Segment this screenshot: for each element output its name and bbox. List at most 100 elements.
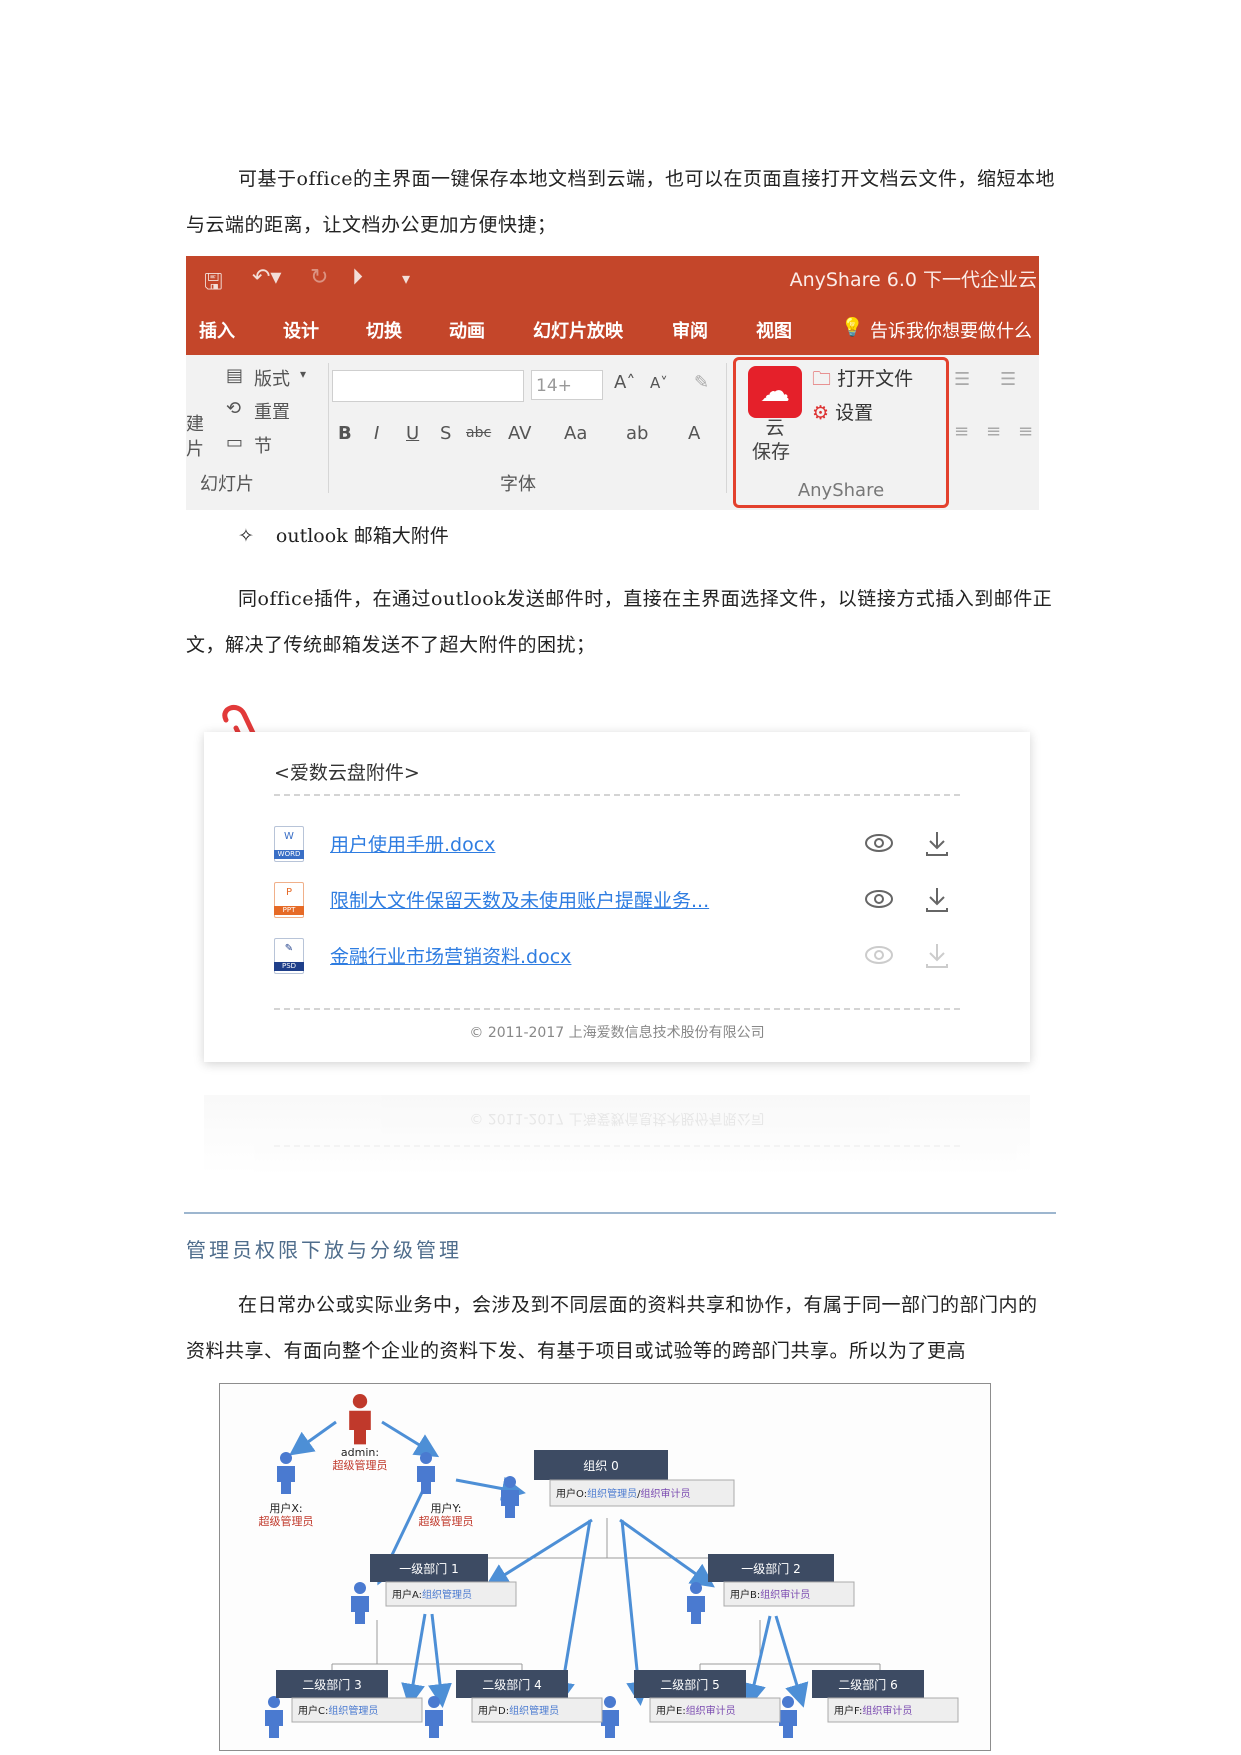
- shadow-icon[interactable]: S: [440, 423, 451, 444]
- card-reflection: © 2011-2017 上海爱数信息技术股份有限公司: [204, 1095, 1030, 1175]
- italic-icon[interactable]: I: [374, 423, 379, 444]
- tab-view[interactable]: 视图: [756, 317, 792, 343]
- svg-text:用户A:组织管理员: 用户A:组织管理员: [392, 1588, 472, 1601]
- bold-icon[interactable]: B: [338, 423, 352, 444]
- font-color-icon[interactable]: A: [688, 423, 700, 444]
- open-file-button[interactable]: 🗀 打开文件: [812, 364, 913, 397]
- reset-button[interactable]: 重置: [254, 398, 290, 424]
- tab-slideshow[interactable]: 幻灯片放映: [533, 317, 623, 343]
- align-left-icon[interactable]: ≡: [954, 421, 969, 442]
- tell-me-search[interactable]: 告诉我你想要做什么: [870, 317, 1032, 343]
- download-icon: [926, 944, 948, 968]
- intro-paragraph: 可基于office的主界面一键保存本地文档到云端，也可以在页面直接打开文档云文件…: [186, 168, 1055, 236]
- align-center-icon[interactable]: ≡: [986, 421, 1001, 442]
- section-button[interactable]: 节: [254, 432, 272, 458]
- attachment-row: W WORD 用户使用手册.docx: [274, 822, 960, 870]
- reflected-footer: © 2011-2017 上海爱数信息技术股份有限公司: [469, 1110, 765, 1126]
- file-type-tag: WORD: [274, 850, 304, 859]
- open-file-label: 打开文件: [837, 368, 914, 390]
- file-icon-letter: ✎: [284, 943, 294, 954]
- clear-format-icon[interactable]: ✎: [694, 372, 709, 393]
- attachment-row: P PPT 限制大文件保留天数及未使用账户提醒业务...: [274, 878, 960, 926]
- quick-access-toolbar: 🖫 ↶▾ ↻ ⏵ ▾ AnyShare 6.0 下一代企业云: [186, 256, 1039, 303]
- preview-eye-icon[interactable]: [864, 828, 894, 858]
- attachment-link[interactable]: 限制大文件保留天数及未使用账户提醒业务...: [330, 886, 709, 913]
- user-x-name: 用户X:: [269, 1501, 302, 1515]
- dept1-role: 组织管理员: [422, 1588, 472, 1601]
- dept5-user: 用户E:: [656, 1704, 686, 1717]
- download-icon[interactable]: [924, 884, 950, 914]
- dept2-title: 一级部门 2: [741, 1561, 800, 1576]
- strikethrough-icon[interactable]: abc: [466, 425, 491, 441]
- svg-text:用户D:组织管理员: 用户D:组织管理员: [478, 1704, 559, 1717]
- download-icon[interactable]: [924, 828, 950, 858]
- bullets-icon[interactable]: ☰: [954, 369, 970, 390]
- shrink-font-icon[interactable]: A˅: [650, 374, 668, 392]
- reset-icon: ⟲: [226, 398, 242, 419]
- dept2-role: 组织审计员: [760, 1588, 810, 1601]
- change-case-icon[interactable]: Aa: [564, 423, 587, 444]
- font-name-combobox[interactable]: [332, 370, 524, 402]
- new-slide-partial-label: 建: [186, 414, 204, 435]
- svg-text:用户B:组织审计员: 用户B:组织审计员: [730, 1588, 810, 1601]
- settings-button[interactable]: ⚙ 设置: [812, 398, 873, 425]
- char-spacing-icon[interactable]: AV: [508, 423, 531, 444]
- tab-insert[interactable]: 插入: [199, 317, 235, 343]
- dept1-title: 一级部门 1: [399, 1561, 458, 1576]
- folder-icon: 🗀: [812, 368, 832, 390]
- copyright-footer: © 2011-2017 上海爱数信息技术股份有限公司: [469, 1025, 765, 1041]
- svg-text:用户E:组织审计员: 用户E:组织审计员: [656, 1704, 736, 1717]
- layout-button[interactable]: 版式: [254, 365, 290, 391]
- attachment-link[interactable]: 金融行业市场营销资料.docx: [330, 942, 571, 969]
- chevron-down-icon: ▾: [300, 367, 307, 381]
- bullet-text: outlook 邮箱大附件: [275, 525, 449, 547]
- cloud-save-icon[interactable]: ☁: [748, 366, 802, 418]
- ribbon-body: ▤ 版式 ▾ ⟲ 重置 ▭ 节 建 片 幻灯片 14+ A˄ A˅ ✎ B I …: [186, 355, 1039, 510]
- section-rule: [184, 1212, 1056, 1214]
- dept4-user: 用户D:: [478, 1704, 509, 1717]
- admin-role: 超级管理员: [333, 1458, 388, 1472]
- attachment-link[interactable]: 用户使用手册.docx: [330, 830, 495, 857]
- redo-icon[interactable]: ↻: [310, 265, 328, 290]
- font-size-combobox[interactable]: 14+: [531, 370, 603, 400]
- dashed-divider: [274, 1008, 960, 1010]
- org-permission-diagram: admin: 超级管理员 用户X: 超级管理员 用户Y: 超级管理员 组织 0 …: [219, 1383, 991, 1751]
- grow-font-icon[interactable]: A˄: [614, 372, 635, 393]
- org0-user: 用户O:: [556, 1487, 587, 1500]
- dept6-role: 组织审计员: [862, 1704, 912, 1717]
- cloud-save-button[interactable]: 云保存: [752, 416, 792, 464]
- file-icon-letter: W: [284, 831, 294, 842]
- word-file-icon: W WORD: [274, 826, 304, 862]
- org0-role-a: 组织管理员: [587, 1487, 637, 1500]
- window-title: AnyShare 6.0 下一代企业云: [789, 269, 1037, 291]
- file-type-tag: PPT: [274, 906, 304, 915]
- customize-icon[interactable]: ▾: [402, 269, 410, 288]
- lightbulb-icon: 💡: [841, 317, 864, 338]
- tab-design[interactable]: 设计: [283, 317, 319, 343]
- preview-eye-icon: [865, 946, 893, 964]
- admin-name: admin:: [341, 1446, 379, 1459]
- gear-icon: ⚙: [812, 402, 830, 424]
- group-divider: [726, 363, 727, 493]
- dept4-title: 二级部门 4: [482, 1677, 541, 1692]
- dept3-title: 二级部门 3: [302, 1677, 361, 1692]
- dashed-divider: [274, 794, 960, 796]
- preview-eye-icon[interactable]: [864, 884, 894, 914]
- ppt-file-icon: P PPT: [274, 882, 304, 918]
- tab-review[interactable]: 审阅: [672, 317, 708, 343]
- tab-transitions[interactable]: 切换: [366, 317, 402, 343]
- save-icon[interactable]: 🖫: [204, 265, 223, 303]
- numbering-icon[interactable]: ☰: [1000, 369, 1016, 390]
- dept5-title: 二级部门 5: [660, 1677, 719, 1692]
- slide-partial-label: 片: [186, 439, 204, 460]
- present-icon[interactable]: ⏵: [352, 265, 363, 290]
- dept2-user: 用户B:: [730, 1588, 760, 1601]
- anyshare-group-label: AnyShare: [797, 480, 885, 501]
- tab-animations[interactable]: 动画: [449, 317, 485, 343]
- undo-icon[interactable]: ↶▾: [252, 265, 281, 290]
- underline-icon[interactable]: U: [406, 423, 419, 444]
- highlight-icon[interactable]: ab: [626, 423, 648, 444]
- align-right-icon[interactable]: ≡: [1018, 421, 1033, 442]
- cloud-save-label-2: 保存: [751, 441, 790, 463]
- file-icon-letter: P: [285, 887, 293, 898]
